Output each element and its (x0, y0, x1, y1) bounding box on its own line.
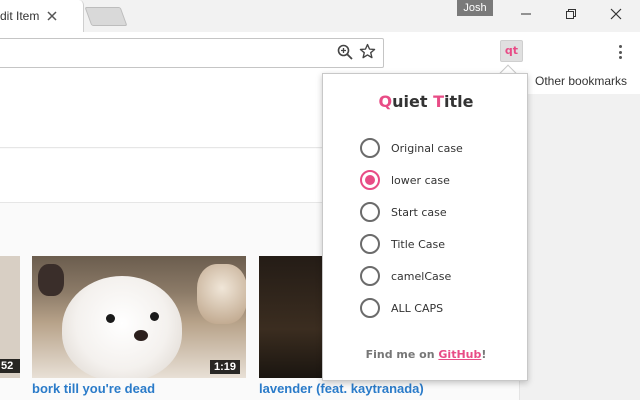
thumbnail-person (38, 264, 64, 296)
option-label: camelCase (391, 269, 452, 283)
radio-button[interactable] (360, 138, 380, 158)
radio-button[interactable] (360, 298, 380, 318)
option-label: ALL CAPS (391, 301, 444, 315)
profile-button[interactable]: Josh (457, 0, 493, 16)
quiet-title-extension-button[interactable]: qt (500, 40, 523, 62)
restore-button[interactable] (551, 4, 591, 24)
popup-footer: Find me on GitHub! (365, 348, 487, 361)
github-link[interactable]: GitHub (438, 348, 481, 361)
thumbnail-cat (197, 264, 246, 324)
video-title-link[interactable]: lavender (feat. kaytranada) (259, 381, 424, 396)
popup-title: Quiet Title (378, 92, 474, 111)
thumbnail-dog (62, 276, 182, 378)
option-label: Title Case (391, 237, 445, 251)
option-title-case[interactable]: Title Case (360, 234, 445, 254)
radio-button[interactable] (360, 202, 380, 222)
minimize-icon (521, 13, 531, 15)
restore-icon (566, 9, 576, 19)
menu-dots-icon[interactable] (612, 44, 628, 60)
option-lower-case[interactable]: lower case (360, 170, 450, 190)
video-title-link[interactable]: bork till you're dead (32, 381, 155, 396)
address-bar[interactable] (0, 38, 384, 68)
video-duration: 1:19 (209, 360, 240, 374)
new-tab-button[interactable] (84, 7, 128, 26)
tab-active[interactable]: dit Item (0, 0, 84, 32)
radio-button[interactable] (360, 266, 380, 286)
zoom-icon[interactable] (337, 44, 353, 60)
option-label: lower case (391, 173, 450, 187)
option-label: Original case (391, 141, 463, 155)
radio-button[interactable] (360, 234, 380, 254)
option-original-case[interactable]: Original case (360, 138, 463, 158)
video-thumbnail[interactable]: 1:19 (32, 256, 246, 378)
option-all-caps[interactable]: ALL CAPS (360, 298, 443, 318)
video-duration: 52 (0, 359, 20, 373)
close-icon[interactable] (44, 8, 60, 24)
option-camel-case[interactable]: camelCase (360, 266, 451, 286)
video-thumbnail[interactable] (259, 256, 323, 378)
minimize-button[interactable] (506, 4, 546, 24)
other-bookmarks[interactable]: Other bookmarks (535, 74, 627, 88)
tab-title: dit Item (0, 9, 40, 23)
option-start-case[interactable]: Start case (360, 202, 447, 222)
window-close-button[interactable] (596, 4, 636, 24)
star-icon[interactable] (359, 43, 376, 60)
option-label: Start case (391, 205, 447, 219)
radio-button-checked[interactable] (360, 170, 380, 190)
quiet-title-popup: Quiet Title Original case lower case Sta… (322, 73, 528, 381)
window-close-icon (610, 8, 622, 20)
